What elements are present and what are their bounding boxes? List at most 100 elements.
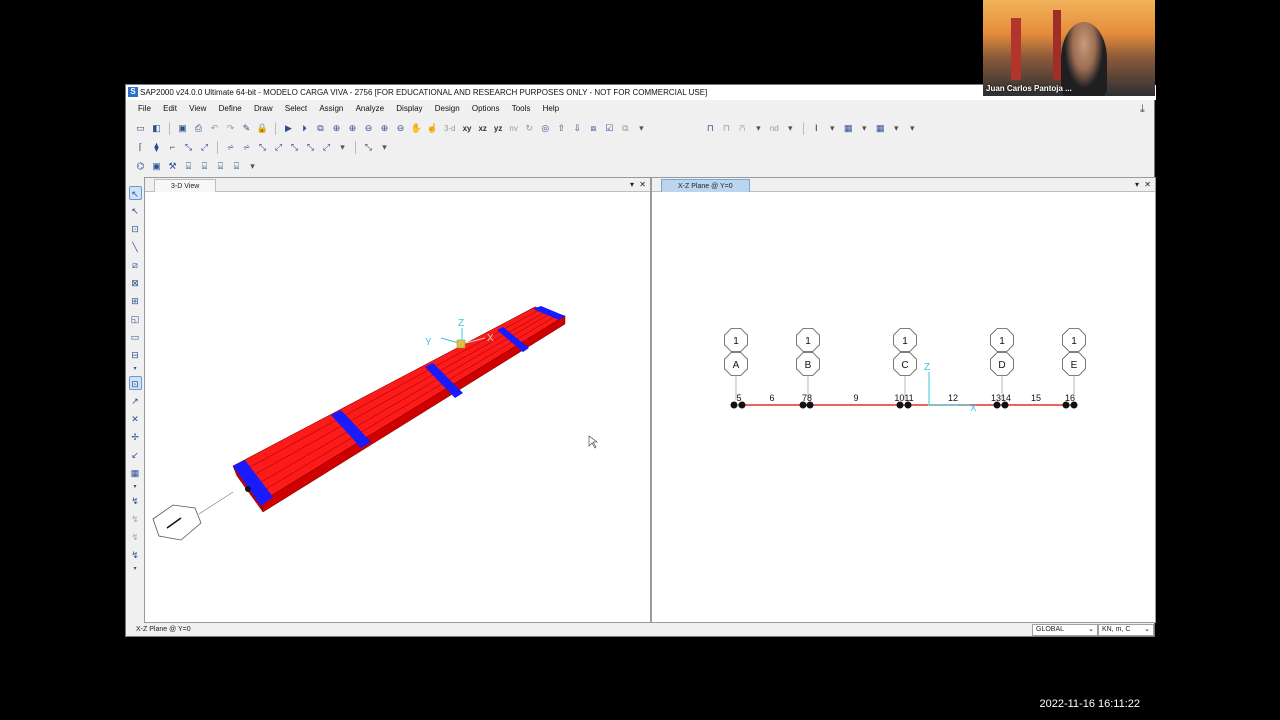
run-now-icon[interactable]: ⏵ xyxy=(298,122,311,135)
menu-define[interactable]: Define xyxy=(219,101,242,117)
draw-rect-icon[interactable]: ⊞ xyxy=(129,294,142,308)
chevron-down-icon[interactable]: ▾ xyxy=(752,122,765,135)
undo-icon[interactable]: ↶ xyxy=(208,122,221,135)
draw-line-icon[interactable]: ╲ xyxy=(129,240,142,254)
menu-tools[interactable]: Tools xyxy=(512,101,531,117)
reshape-icon[interactable]: ↖ xyxy=(129,204,142,218)
get-previous-icon[interactable]: ↯ xyxy=(129,512,142,526)
view-yz-button[interactable]: yz xyxy=(492,124,504,133)
chevron-down-icon[interactable]: ▾ xyxy=(246,160,259,173)
view-3d-canvas[interactable]: Z Y X xyxy=(145,192,650,622)
intersecting-line-icon[interactable]: ↯ xyxy=(129,548,142,562)
chevron-down-icon[interactable]: ▾ xyxy=(906,122,919,135)
chevron-down-icon[interactable]: ▾ xyxy=(858,122,871,135)
assign-moment-icon[interactable]: ⤢ xyxy=(272,141,285,154)
assign-spring-icon[interactable]: ⩫ xyxy=(240,141,253,154)
menu-draw[interactable]: Draw xyxy=(254,101,273,117)
assign-restraint-icon[interactable]: ⩫ xyxy=(224,141,237,154)
view-xz-button[interactable]: xz xyxy=(476,124,488,133)
redo-icon[interactable]: ↷ xyxy=(224,122,237,135)
chevron-down-icon[interactable]: ▾ xyxy=(378,141,391,154)
pointer-icon[interactable]: ☝ xyxy=(426,122,439,135)
draw-joint-icon[interactable]: ⊡ xyxy=(129,222,142,236)
save-icon[interactable]: ▣ xyxy=(176,122,189,135)
pan-icon[interactable]: ✋ xyxy=(410,122,423,135)
menu-select[interactable]: Select xyxy=(285,101,307,117)
view-nv-button[interactable]: nv xyxy=(507,124,519,133)
clear-selection-icon[interactable]: ↯ xyxy=(129,530,142,544)
area-section-icon[interactable]: ⊓ xyxy=(720,122,733,135)
close-icon[interactable]: ✕ xyxy=(639,179,646,191)
perspective-icon[interactable]: ◎ xyxy=(539,122,552,135)
units-select[interactable]: KN, m, C ⌄ xyxy=(1098,624,1154,636)
chevron-down-icon[interactable]: ▾ xyxy=(826,122,839,135)
refresh-icon[interactable]: ✎ xyxy=(240,122,253,135)
draw-solid-icon[interactable]: ⊟ xyxy=(129,348,142,362)
chevron-down-icon[interactable]: ▾ xyxy=(129,484,142,490)
assign-temp-icon[interactable]: ⤡ xyxy=(288,141,301,154)
draw-link-icon[interactable]: ⤡ xyxy=(182,141,195,154)
zoom-in-icon[interactable]: ⊕ xyxy=(346,122,359,135)
rotate-icon[interactable]: ↻ xyxy=(523,122,536,135)
chevron-down-icon[interactable]: ▾ xyxy=(129,366,142,372)
menu-help[interactable]: Help xyxy=(543,101,559,117)
show-response-icon[interactable]: ⌸ xyxy=(214,160,227,173)
print-icon[interactable]: ⎙ xyxy=(192,122,205,135)
show-plot-icon[interactable]: ⌸ xyxy=(230,160,243,173)
tab-3d-view[interactable]: 3-D View xyxy=(154,179,217,192)
move-up-icon[interactable]: ⇧ xyxy=(555,122,568,135)
view-3d-button[interactable]: 3-d xyxy=(442,124,458,133)
section-designer-icon[interactable]: I xyxy=(810,122,823,135)
chevron-down-icon[interactable]: ▾ xyxy=(1135,179,1139,191)
lock-model-icon[interactable]: ⧉ xyxy=(314,122,327,135)
snap-grid-icon[interactable]: ▦ xyxy=(129,466,142,480)
draw-cable-icon[interactable]: ⧫ xyxy=(150,141,163,154)
zoom-prev-icon[interactable]: ⊖ xyxy=(394,122,407,135)
chevron-down-icon[interactable]: ▾ xyxy=(784,122,797,135)
download-icon[interactable]: ⤓ xyxy=(1140,103,1150,115)
lock-icon[interactable]: 🔒 xyxy=(256,122,269,135)
chevron-down-icon[interactable]: ▾ xyxy=(630,179,634,191)
view-3d-pane[interactable]: 3-D View ▾ ✕ Z Y X xyxy=(144,177,651,623)
chevron-down-icon[interactable]: ▾ xyxy=(336,141,349,154)
show-virtual-work-icon[interactable]: ⌸ xyxy=(182,160,195,173)
link-section-icon[interactable]: ⩃ xyxy=(736,122,749,135)
tab-xz-plane[interactable]: X-Z Plane @ Y=0 xyxy=(661,179,750,192)
beam-top-face[interactable] xyxy=(232,306,566,503)
menu-analyze[interactable]: Analyze xyxy=(356,101,384,117)
coord-system-select[interactable]: GLOBAL ⌄ xyxy=(1032,624,1098,636)
menu-options[interactable]: Options xyxy=(472,101,500,117)
grid-table-icon[interactable]: ▦ xyxy=(874,122,887,135)
display-forces-icon[interactable]: ⤡ xyxy=(362,141,375,154)
show-forces-icon[interactable]: ▣ xyxy=(150,160,163,173)
table-icon[interactable]: ▦ xyxy=(842,122,855,135)
draw-poly-area-icon[interactable]: ◱ xyxy=(129,312,142,326)
snap-intersect-icon[interactable]: ✢ xyxy=(129,430,142,444)
assign-load-icon[interactable]: ⤡ xyxy=(256,141,269,154)
snap-perpendicular-icon[interactable]: ↙ xyxy=(129,448,142,462)
menu-display[interactable]: Display xyxy=(396,101,422,117)
move-down-icon[interactable]: ⇩ xyxy=(571,122,584,135)
chevron-down-icon[interactable]: ▾ xyxy=(129,566,142,572)
menu-file[interactable]: File xyxy=(138,101,151,117)
show-influence-icon[interactable]: ⌸ xyxy=(198,160,211,173)
draw-frame-box-icon[interactable]: ⧄ xyxy=(129,258,142,272)
show-deformed-icon[interactable]: ⌬ xyxy=(134,160,147,173)
new-model-icon[interactable]: ▭ xyxy=(134,122,147,135)
zoom-out-icon[interactable]: ⊖ xyxy=(362,122,375,135)
assign-distributed-icon[interactable]: ⤡ xyxy=(304,141,317,154)
open-icon[interactable]: ◧ xyxy=(150,122,163,135)
zoom-all-icon[interactable]: ⊕ xyxy=(378,122,391,135)
menu-edit[interactable]: Edit xyxy=(163,101,177,117)
select-all-icon[interactable]: ↯ xyxy=(129,494,142,508)
snap-point-icon[interactable]: ↗ xyxy=(129,394,142,408)
draw-rect-area-icon[interactable]: ▭ xyxy=(129,330,142,344)
chevron-down-icon[interactable]: ▾ xyxy=(890,122,903,135)
show-stresses-icon[interactable]: ⚒ xyxy=(166,160,179,173)
set-display-options-icon[interactable]: ☑ xyxy=(603,122,616,135)
select-object-icon[interactable]: ⊡ xyxy=(128,376,142,390)
draw-area-icon[interactable]: ⤢ xyxy=(198,141,211,154)
chevron-down-icon[interactable]: ▾ xyxy=(635,122,648,135)
close-icon[interactable]: ✕ xyxy=(1144,179,1151,191)
menu-assign[interactable]: Assign xyxy=(319,101,343,117)
